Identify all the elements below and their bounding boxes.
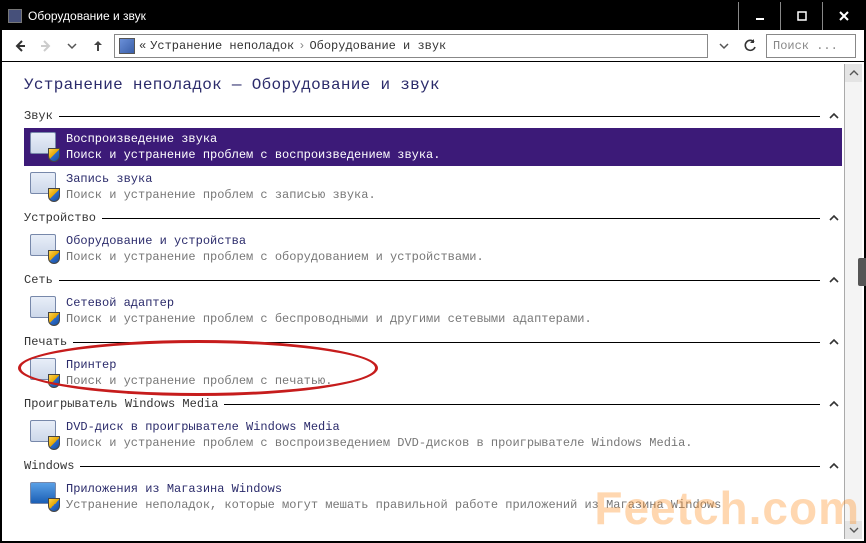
store-icon xyxy=(30,482,58,510)
network-adapter-icon xyxy=(30,296,58,324)
group-wmp: Проигрыватель Windows Media DVD-диск в п… xyxy=(24,396,842,454)
group-label: Звук xyxy=(24,109,53,123)
refresh-button[interactable] xyxy=(740,36,760,56)
group-header[interactable]: Сеть xyxy=(24,272,842,288)
item-title: Сетевой адаптер xyxy=(66,296,592,310)
item-wmp-dvd[interactable]: DVD-диск в проигрывателе Windows Media П… xyxy=(24,416,842,454)
group-header[interactable]: Звук xyxy=(24,108,842,124)
breadcrumb-separator: › xyxy=(298,39,305,53)
item-title: DVD-диск в проигрывателе Windows Media xyxy=(66,420,693,434)
search-placeholder: Поиск ... xyxy=(773,39,838,53)
vertical-scrollbar[interactable] xyxy=(844,64,862,539)
item-desc: Поиск и устранение проблем с печатью. xyxy=(66,374,332,388)
back-button[interactable] xyxy=(10,36,30,56)
item-desc: Поиск и устранение проблем с воспроизвед… xyxy=(66,436,693,450)
scroll-track[interactable] xyxy=(845,82,862,521)
item-title: Оборудование и устройства xyxy=(66,234,484,248)
chevron-up-icon[interactable] xyxy=(826,108,842,124)
group-label: Проигрыватель Windows Media xyxy=(24,397,218,411)
item-audio-playback[interactable]: Воспроизведение звука Поиск и устранение… xyxy=(24,128,842,166)
forward-button[interactable] xyxy=(36,36,56,56)
minimize-button[interactable] xyxy=(738,2,780,30)
divider xyxy=(73,342,820,343)
group-label: Печать xyxy=(24,335,67,349)
recent-locations-button[interactable] xyxy=(62,36,82,56)
maximize-button[interactable] xyxy=(780,2,822,30)
group-windows: Windows Приложения из Магазина Windows У… xyxy=(24,458,842,516)
item-title: Воспроизведение звука xyxy=(66,132,440,146)
item-desc: Поиск и устранение проблем с беспроводны… xyxy=(66,312,592,326)
divider xyxy=(59,116,820,117)
item-hardware-devices[interactable]: Оборудование и устройства Поиск и устран… xyxy=(24,230,842,268)
chevron-up-icon[interactable] xyxy=(826,334,842,350)
control-panel-icon xyxy=(119,38,135,54)
group-header[interactable]: Проигрыватель Windows Media xyxy=(24,396,842,412)
scroll-down-button[interactable] xyxy=(845,521,862,539)
breadcrumb-level-1[interactable]: Устранение неполадок xyxy=(150,39,294,53)
up-button[interactable] xyxy=(88,36,108,56)
group-device: Устройство Оборудование и устройства Пои… xyxy=(24,210,842,268)
breadcrumb[interactable]: « Устранение неполадок › Оборудование и … xyxy=(114,34,708,58)
item-desc: Поиск и устранение проблем с записью зву… xyxy=(66,188,376,202)
item-network-adapter[interactable]: Сетевой адаптер Поиск и устранение пробл… xyxy=(24,292,842,330)
item-audio-recording[interactable]: Запись звука Поиск и устранение проблем … xyxy=(24,168,842,206)
group-print: Печать Принтер Поиск и устранение пробле… xyxy=(24,334,842,392)
chevron-up-icon[interactable] xyxy=(826,272,842,288)
breadcrumb-prefix: « xyxy=(139,39,146,53)
microphone-icon xyxy=(30,172,58,200)
group-label: Сеть xyxy=(24,273,53,287)
item-store-apps[interactable]: Приложения из Магазина Windows Устранени… xyxy=(24,478,842,516)
window-icon xyxy=(8,9,22,23)
group-network: Сеть Сетевой адаптер Поиск и устранение … xyxy=(24,272,842,330)
chevron-up-icon[interactable] xyxy=(826,210,842,226)
close-button[interactable] xyxy=(822,2,864,30)
divider xyxy=(59,280,820,281)
dvd-icon xyxy=(30,420,58,448)
divider xyxy=(102,218,820,219)
group-label: Windows xyxy=(24,459,74,473)
printer-icon xyxy=(30,358,58,386)
divider xyxy=(80,466,820,467)
scroll-nub[interactable] xyxy=(858,258,866,286)
navbar: « Устранение неполадок › Оборудование и … xyxy=(2,30,864,62)
item-desc: Поиск и устранение проблем с воспроизвед… xyxy=(66,148,440,162)
content-area: Устранение неполадок — Оборудование и зв… xyxy=(2,62,864,541)
titlebar: Оборудование и звук xyxy=(2,2,864,30)
breadcrumb-history-button[interactable] xyxy=(714,36,734,56)
item-desc: Устранение неполадок, которые могут меша… xyxy=(66,498,721,512)
divider xyxy=(224,404,820,405)
chevron-up-icon[interactable] xyxy=(826,396,842,412)
scroll-up-button[interactable] xyxy=(845,64,862,82)
item-desc: Поиск и устранение проблем с оборудовани… xyxy=(66,250,484,264)
item-title: Запись звука xyxy=(66,172,376,186)
search-input[interactable]: Поиск ... xyxy=(766,34,856,58)
chevron-up-icon[interactable] xyxy=(826,458,842,474)
device-icon xyxy=(30,234,58,262)
group-header[interactable]: Устройство xyxy=(24,210,842,226)
group-header[interactable]: Windows xyxy=(24,458,842,474)
window-title: Оборудование и звук xyxy=(28,9,146,23)
group-sound: Звук Воспроизведение звука Поиск и устра… xyxy=(24,108,842,206)
group-header[interactable]: Печать xyxy=(24,334,842,350)
item-printer[interactable]: Принтер Поиск и устранение проблем с печ… xyxy=(24,354,842,392)
item-title: Принтер xyxy=(66,358,332,372)
speaker-icon xyxy=(30,132,58,160)
breadcrumb-level-2[interactable]: Оборудование и звук xyxy=(309,39,446,53)
item-title: Приложения из Магазина Windows xyxy=(66,482,721,496)
page-title: Устранение неполадок — Оборудование и зв… xyxy=(24,76,842,94)
group-label: Устройство xyxy=(24,211,96,225)
